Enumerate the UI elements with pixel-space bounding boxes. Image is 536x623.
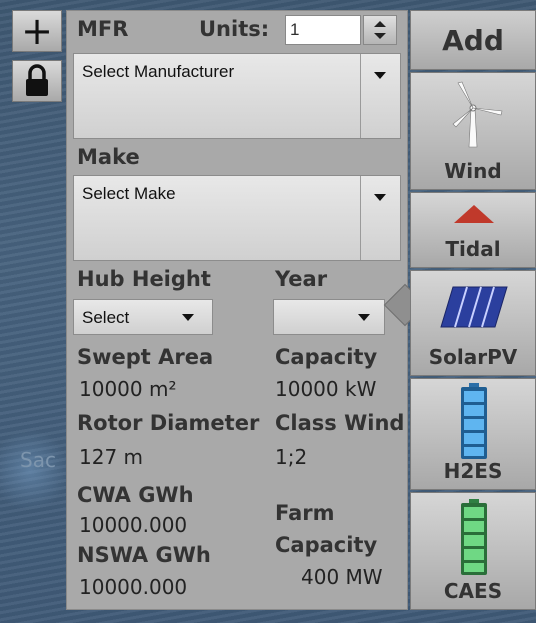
add-solarpv-button[interactable]: SolarPV xyxy=(410,270,536,376)
year-label: Year xyxy=(275,267,328,291)
make-label: Make xyxy=(77,145,140,169)
nswa-value: 10000.000 xyxy=(79,575,188,599)
solarpv-label: SolarPV xyxy=(428,345,518,369)
cwa-label: CWA GWh xyxy=(77,483,194,507)
chevron-down-icon xyxy=(374,194,386,201)
make-select[interactable]: Select Make xyxy=(73,175,401,261)
swept-area-value: 10000 m² xyxy=(79,377,177,401)
turbine-config-panel: MFR Units: 1 Select Manufacturer Make Se… xyxy=(66,10,408,610)
add-h2es-button[interactable]: H2ES xyxy=(410,378,536,490)
mfr-label: MFR xyxy=(77,17,129,41)
solar-panel-icon xyxy=(440,286,508,328)
rotor-diameter-value: 127 m xyxy=(79,445,144,469)
h2es-label: H2ES xyxy=(443,459,503,483)
rotor-diameter-label: Rotor Diameter xyxy=(77,411,260,435)
h2-battery-icon xyxy=(461,383,487,459)
farm-capacity-value: 400 MW xyxy=(301,565,383,589)
tidal-label: Tidal xyxy=(445,237,501,261)
units-label: Units: xyxy=(199,17,270,41)
wind-label: Wind xyxy=(444,159,502,183)
make-select-value: Select Make xyxy=(82,184,176,203)
units-stepper[interactable] xyxy=(363,15,397,45)
caes-label: CAES xyxy=(443,579,503,603)
stepper-down-icon[interactable] xyxy=(374,33,386,39)
farm-capacity-label-line1: Farm xyxy=(275,501,335,525)
add-caes-button[interactable]: CAES xyxy=(410,492,536,610)
class-wind-value: 1;2 xyxy=(275,445,308,469)
class-wind-label: Class Wind xyxy=(275,411,405,435)
farm-capacity-label-line2: Capacity xyxy=(275,533,378,557)
nswa-label: NSWA GWh xyxy=(77,543,211,567)
lock-button[interactable] xyxy=(12,60,62,102)
zoom-in-button[interactable]: + xyxy=(12,10,62,52)
manufacturer-select-value: Select Manufacturer xyxy=(82,62,235,81)
chevron-down-icon xyxy=(358,314,370,321)
lock-icon xyxy=(26,64,48,96)
year-select[interactable] xyxy=(273,299,385,335)
caes-battery-icon xyxy=(461,499,487,575)
swept-area-label: Swept Area xyxy=(77,345,214,369)
add-wind-button[interactable]: Wind xyxy=(410,72,536,190)
capacity-value: 10000 kW xyxy=(275,377,377,401)
add-panel: Add Wind Tidal SolarPV H2ES CAES xyxy=(410,10,536,610)
chevron-down-icon xyxy=(182,314,194,321)
add-header: Add xyxy=(410,10,536,70)
units-input[interactable]: 1 xyxy=(285,15,361,45)
cwa-value: 10000.000 xyxy=(79,513,188,537)
chevron-down-icon xyxy=(374,72,386,79)
tidal-triangle-icon xyxy=(454,205,494,223)
map-place-label: Sac xyxy=(20,448,56,472)
add-tidal-button[interactable]: Tidal xyxy=(410,192,536,268)
wind-turbine-icon xyxy=(452,81,503,148)
plus-icon: + xyxy=(21,9,53,53)
hub-height-select[interactable]: Select xyxy=(73,299,213,335)
hub-height-label: Hub Height xyxy=(77,267,211,291)
hub-height-select-value: Select xyxy=(82,308,130,327)
capacity-label: Capacity xyxy=(275,345,378,369)
manufacturer-select[interactable]: Select Manufacturer xyxy=(73,53,401,139)
stepper-up-icon[interactable] xyxy=(374,21,386,27)
